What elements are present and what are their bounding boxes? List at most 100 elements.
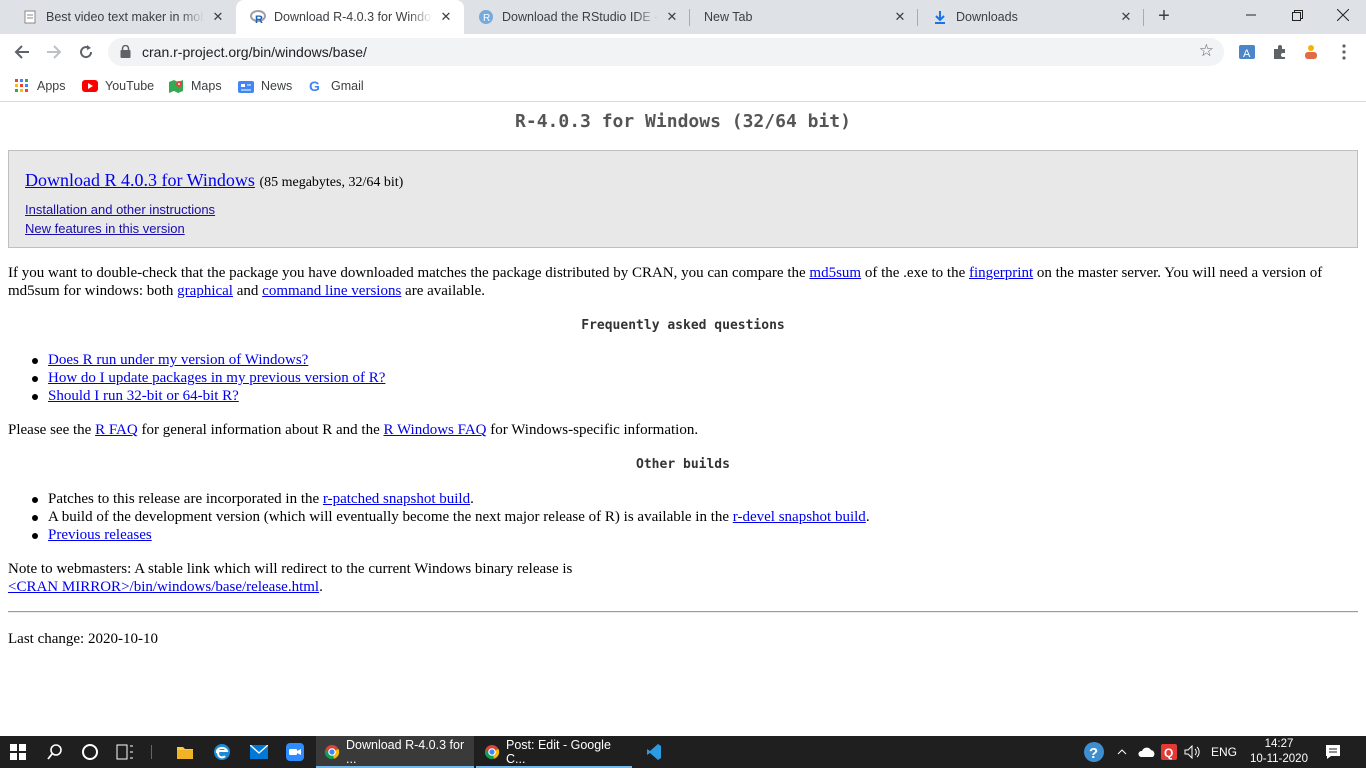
menu-kebab-icon[interactable] bbox=[1334, 42, 1354, 62]
search-icon[interactable] bbox=[37, 736, 73, 768]
list-text: . bbox=[470, 491, 474, 507]
taskbar-divider bbox=[151, 745, 152, 759]
new-tab-button[interactable]: + bbox=[1153, 6, 1175, 28]
input-language[interactable]: ENG bbox=[1208, 736, 1240, 768]
list-text: Patches to this release are incorporated… bbox=[48, 491, 323, 507]
taskbar-app-chrome-post[interactable]: Post: Edit - Google C... bbox=[476, 736, 632, 768]
web-page-content: R-4.0.3 for Windows (32/64 bit) Download… bbox=[0, 103, 1366, 736]
back-button[interactable] bbox=[8, 38, 36, 66]
onedrive-cloud-icon[interactable] bbox=[1136, 736, 1158, 768]
other-builds-list: Patches to this release are incorporated… bbox=[28, 490, 870, 544]
command-line-versions-link[interactable]: command line versions bbox=[262, 283, 401, 299]
windows-taskbar: Download R-4.0.3 for ... Post: Edit - Go… bbox=[0, 736, 1366, 768]
paragraph-text: . bbox=[319, 579, 323, 595]
clock-time: 14:27 bbox=[1264, 738, 1294, 750]
help-icon[interactable]: ? bbox=[1082, 736, 1106, 768]
faq-link-windows-version[interactable]: Does R run under my version of Windows? bbox=[48, 352, 308, 368]
tab-best-video-text-maker[interactable]: Best video text maker in mobile ✕ bbox=[8, 0, 236, 34]
download-size: (85 megabytes, 32/64 bit) bbox=[259, 175, 404, 190]
paragraph-text: for Windows-specific information. bbox=[486, 422, 699, 438]
document-icon bbox=[22, 9, 38, 25]
fingerprint-link[interactable]: fingerprint bbox=[969, 265, 1033, 281]
faq-link-32-or-64-bit[interactable]: Should I run 32-bit or 64-bit R? bbox=[48, 388, 239, 404]
vscode-icon[interactable] bbox=[636, 736, 672, 768]
new-features-link[interactable]: New features in this version bbox=[25, 221, 185, 236]
paragraph-text: are available. bbox=[401, 283, 485, 299]
bookmark-label: Maps bbox=[191, 79, 222, 93]
faq-link-update-packages[interactable]: How do I update packages in my previous … bbox=[48, 370, 385, 386]
close-tab-icon[interactable]: ✕ bbox=[438, 9, 454, 25]
extension-a-icon[interactable]: A bbox=[1237, 42, 1257, 62]
forward-button[interactable] bbox=[40, 38, 68, 66]
profile-avatar-icon[interactable] bbox=[1301, 42, 1321, 62]
mail-icon[interactable] bbox=[241, 736, 277, 768]
windows-start-icon[interactable] bbox=[0, 736, 36, 768]
bookmark-label: Gmail bbox=[331, 79, 364, 93]
bookmark-apps[interactable]: Apps bbox=[14, 76, 66, 96]
list-item: Does R run under my version of Windows? bbox=[28, 351, 385, 369]
back-arrow-icon bbox=[14, 45, 29, 59]
installation-instructions-link[interactable]: Installation and other instructions bbox=[25, 202, 215, 217]
r-logo-icon: R bbox=[250, 9, 266, 25]
bookmark-maps[interactable]: Maps bbox=[168, 76, 222, 96]
address-bar[interactable]: cran.r-project.org/bin/windows/base/ ☆ bbox=[108, 38, 1224, 66]
tab-title: Download R-4.0.3 for Windows bbox=[274, 10, 432, 24]
r-windows-faq-link[interactable]: R Windows FAQ bbox=[383, 422, 486, 438]
svg-text:A: A bbox=[1243, 48, 1251, 60]
r-patched-link[interactable]: r-patched snapshot build bbox=[323, 491, 470, 507]
tab-title: Best video text maker in mobile bbox=[46, 10, 204, 24]
cortana-icon[interactable] bbox=[72, 736, 108, 768]
previous-releases-link[interactable]: Previous releases bbox=[48, 527, 152, 543]
minimize-button[interactable] bbox=[1228, 0, 1274, 30]
bookmark-star-icon[interactable]: ☆ bbox=[1199, 41, 1214, 61]
close-tab-icon[interactable]: ✕ bbox=[664, 9, 680, 25]
svg-text:R: R bbox=[255, 14, 263, 24]
close-tab-icon[interactable]: ✕ bbox=[892, 9, 908, 25]
bookmark-news[interactable]: News bbox=[238, 76, 292, 96]
r-devel-link[interactable]: r-devel snapshot build bbox=[733, 509, 866, 525]
clock-date: 10-11-2020 bbox=[1250, 753, 1308, 765]
restore-button[interactable] bbox=[1274, 0, 1320, 30]
volume-icon[interactable] bbox=[1182, 736, 1204, 768]
system-clock[interactable]: 14:27 10-11-2020 bbox=[1242, 737, 1316, 767]
close-tab-icon[interactable]: ✕ bbox=[1118, 9, 1134, 25]
edge-icon[interactable] bbox=[204, 736, 240, 768]
r-faq-link[interactable]: R FAQ bbox=[95, 422, 138, 438]
paragraph-text: If you want to double-check that the pac… bbox=[8, 265, 810, 281]
list-item: Should I run 32-bit or 64-bit R? bbox=[28, 387, 385, 405]
close-tab-icon[interactable]: ✕ bbox=[210, 9, 226, 25]
reload-button[interactable] bbox=[72, 38, 100, 66]
svg-text:R: R bbox=[483, 13, 490, 24]
url-text[interactable]: cran.r-project.org/bin/windows/base/ bbox=[142, 44, 367, 60]
download-r-link[interactable]: Download R 4.0.3 for Windows bbox=[25, 170, 255, 190]
tab-rstudio[interactable]: R Download the RStudio IDE - RStudio ✕ bbox=[464, 0, 690, 34]
md5sum-paragraph: If you want to double-check that the pac… bbox=[8, 264, 1356, 300]
download-icon bbox=[932, 9, 948, 25]
bookmark-youtube[interactable]: YouTube bbox=[82, 76, 154, 96]
list-text: . bbox=[865, 509, 870, 525]
webmaster-note-text: Note to webmasters: A stable link which … bbox=[8, 561, 573, 577]
tab-new-tab[interactable]: New Tab ✕ bbox=[690, 0, 918, 34]
close-window-button[interactable] bbox=[1320, 0, 1366, 30]
tab-downloads[interactable]: Downloads ✕ bbox=[918, 0, 1144, 34]
show-hidden-icons-chevron-icon[interactable] bbox=[1114, 736, 1130, 768]
last-change: Last change: 2020-10-10 bbox=[8, 631, 158, 647]
bookmark-gmail[interactable]: G Gmail bbox=[308, 76, 364, 96]
bookmarks-bar: Apps YouTube Maps News G Gmail bbox=[0, 70, 1366, 102]
taskbar-app-chrome-r[interactable]: Download R-4.0.3 for ... bbox=[316, 736, 474, 768]
download-line: Download R 4.0.3 for Windows (85 megabyt… bbox=[25, 170, 403, 191]
extensions-puzzle-icon[interactable] bbox=[1270, 42, 1290, 62]
md5sum-link[interactable]: md5sum bbox=[809, 265, 861, 281]
chrome-icon bbox=[484, 744, 500, 760]
graphical-link[interactable]: graphical bbox=[177, 283, 233, 299]
release-html-link[interactable]: <CRAN MIRROR>/bin/windows/base/release.h… bbox=[8, 579, 319, 595]
task-view-icon[interactable] bbox=[107, 736, 143, 768]
notifications-icon[interactable] bbox=[1322, 736, 1344, 768]
svg-text:G: G bbox=[309, 79, 320, 93]
zoom-icon[interactable] bbox=[277, 736, 313, 768]
horizontal-rule bbox=[8, 611, 1358, 613]
tab-download-r[interactable]: R Download R-4.0.3 for Windows ✕ bbox=[236, 0, 464, 34]
q-app-icon[interactable]: Q bbox=[1160, 736, 1178, 768]
file-explorer-icon[interactable] bbox=[167, 736, 203, 768]
download-box: Download R 4.0.3 for Windows (85 megabyt… bbox=[8, 150, 1358, 248]
